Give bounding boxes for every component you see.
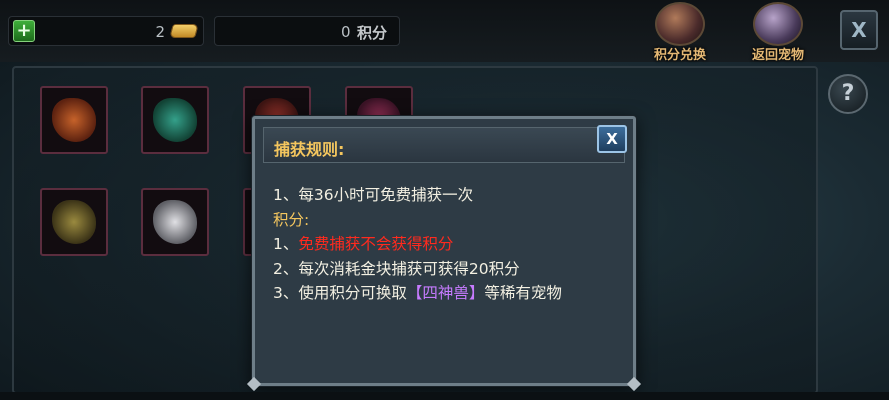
rule-3-prefix: 3、使用积分可换取 xyxy=(273,284,407,302)
points-heading: 积分: xyxy=(273,210,310,229)
bottom-strip xyxy=(0,392,889,400)
gold-count: 2 xyxy=(155,23,165,41)
gold-resource-box: + 2 xyxy=(8,16,204,46)
points-label: 积分 xyxy=(357,24,388,42)
gold-bar-icon xyxy=(169,24,199,38)
pet-slot[interactable] xyxy=(141,188,209,256)
add-gold-button[interactable]: + xyxy=(13,20,35,42)
points-exchange-label: 积分兑换 xyxy=(653,48,706,63)
pet-slot[interactable] xyxy=(40,188,108,256)
rule-1: 1、免费捕获不会获得积分 xyxy=(273,232,623,257)
pet-slot[interactable] xyxy=(40,86,108,154)
dialog-header: 捕获规则: xyxy=(263,127,625,163)
rule-2: 2、每次消耗金块捕获可获得20积分 xyxy=(273,259,520,278)
return-pet-button[interactable]: 返回宠物 xyxy=(743,2,813,63)
rule-3-highlight: 【四神兽】 xyxy=(406,284,485,302)
dialog-title: 捕获规则: xyxy=(274,140,345,159)
return-pet-label: 返回宠物 xyxy=(751,48,804,63)
dialog-close-button[interactable]: X xyxy=(597,125,627,153)
pet-slot[interactable] xyxy=(141,86,209,154)
pet-icon xyxy=(153,98,197,142)
exchange-icon xyxy=(655,2,705,46)
pet-icon xyxy=(52,98,96,142)
rule-3: 3、使用积分可换取【四神兽】等稀有宠物 xyxy=(273,281,623,306)
top-resource-bar: + 2 0 积分 积分兑换 返回宠物 X xyxy=(0,0,889,63)
rule-3-suffix: 等稀有宠物 xyxy=(484,284,562,302)
rule-1-prefix: 1、 xyxy=(273,235,299,253)
help-button[interactable]: ? xyxy=(828,74,868,114)
points-exchange-button[interactable]: 积分兑换 xyxy=(645,2,715,63)
pet-icon xyxy=(753,2,803,46)
rules-text: 1、每36小时可免费捕获一次 积分: 1、免费捕获不会获得积分 2、每次消耗金块… xyxy=(273,183,623,306)
points-count: 0 xyxy=(341,23,351,41)
capture-rules-dialog: 捕获规则: X 1、每36小时可免费捕获一次 积分: 1、免费捕获不会获得积分 … xyxy=(246,116,642,392)
rule-free-capture: 1、每36小时可免费捕获一次 xyxy=(273,186,474,204)
points-resource-box: 0 积分 xyxy=(214,16,400,46)
pet-icon xyxy=(52,200,96,244)
rule-1-warning: 免费捕获不会获得积分 xyxy=(298,235,454,253)
close-window-button[interactable]: X xyxy=(840,10,878,50)
pet-icon xyxy=(153,200,197,244)
